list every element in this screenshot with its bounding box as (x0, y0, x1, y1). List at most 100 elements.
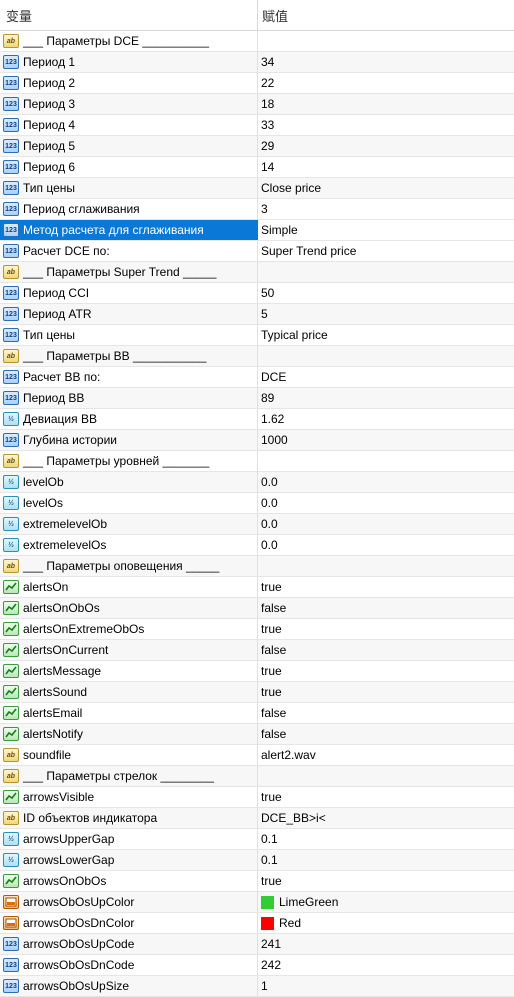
parameter-name-cell[interactable]: 123 arrowsObOsDnCode (0, 955, 258, 975)
parameter-value-cell[interactable]: 242 (258, 955, 514, 975)
parameter-value-cell[interactable] (258, 766, 514, 786)
parameter-name-cell[interactable]: alertsMessage (0, 661, 258, 681)
parameter-name-cell[interactable]: alertsEmail (0, 703, 258, 723)
parameter-value-cell[interactable]: false (258, 703, 514, 723)
parameter-value-cell[interactable]: false (258, 724, 514, 744)
parameter-value-cell[interactable]: 0.0 (258, 535, 514, 555)
parameter-row[interactable]: 123 arrowsObOsUpCode 241 (0, 934, 514, 955)
parameter-name-cell[interactable]: 123 Тип цены (0, 178, 258, 198)
parameter-name-cell[interactable]: ab ___ Параметры оповещения _____ (0, 556, 258, 576)
parameter-row[interactable]: ½ extremelevelOb 0.0 (0, 514, 514, 535)
parameter-row[interactable]: 123 Период 1 34 (0, 52, 514, 73)
parameter-name-cell[interactable]: alertsSound (0, 682, 258, 702)
parameter-value-cell[interactable]: Red (258, 913, 514, 933)
parameter-row[interactable]: alertsOnObOs false (0, 598, 514, 619)
parameter-row[interactable]: 123 Период BB 89 (0, 388, 514, 409)
parameter-row[interactable]: ab ___ Параметры уровней _______ (0, 451, 514, 472)
parameter-name-cell[interactable]: arrowsObOsDnColor (0, 913, 258, 933)
parameter-row[interactable]: alertsSound true (0, 682, 514, 703)
parameter-row[interactable]: 123 Период 6 14 (0, 157, 514, 178)
parameter-value-cell[interactable]: 1000 (258, 430, 514, 450)
parameter-row[interactable]: ab ___ Параметры BB ___________ (0, 346, 514, 367)
parameter-name-cell[interactable]: ab ___ Параметры стрелок ________ (0, 766, 258, 786)
parameter-row[interactable]: 123 Тип цены Close price (0, 178, 514, 199)
parameter-value-cell[interactable]: 5 (258, 304, 514, 324)
parameter-row[interactable]: ab ___ Параметры DCE __________ (0, 31, 514, 52)
parameter-name-cell[interactable]: 123 arrowsObOsUpCode (0, 934, 258, 954)
parameter-name-cell[interactable]: arrowsObOsUpColor (0, 892, 258, 912)
parameter-name-cell[interactable]: ½ arrowsUpperGap (0, 829, 258, 849)
parameter-name-cell[interactable]: ab ___ Параметры уровней _______ (0, 451, 258, 471)
parameter-name-cell[interactable]: 123 Метод расчета для сглаживания (0, 220, 258, 240)
parameter-name-cell[interactable]: ½ levelOb (0, 472, 258, 492)
parameter-row[interactable]: ½ Девиация BB 1.62 (0, 409, 514, 430)
parameter-row[interactable]: arrowsObOsUpColor LimeGreen (0, 892, 514, 913)
column-header-variable[interactable]: 变量 (0, 0, 258, 30)
parameter-value-cell[interactable]: 0.0 (258, 493, 514, 513)
parameter-row[interactable]: alertsNotify false (0, 724, 514, 745)
parameter-value-cell[interactable]: false (258, 640, 514, 660)
parameter-name-cell[interactable]: ab ID объектов индикатора (0, 808, 258, 828)
parameter-name-cell[interactable]: alertsOnObOs (0, 598, 258, 618)
parameter-row[interactable]: ½ arrowsUpperGap 0.1 (0, 829, 514, 850)
parameter-value-cell[interactable]: 0.0 (258, 472, 514, 492)
parameter-row[interactable]: 123 Период 2 22 (0, 73, 514, 94)
parameter-value-cell[interactable]: 3 (258, 199, 514, 219)
parameter-value-cell[interactable] (258, 31, 514, 51)
parameter-name-cell[interactable]: 123 Период 4 (0, 115, 258, 135)
parameter-row[interactable]: ab ___ Параметры Super Trend _____ (0, 262, 514, 283)
parameter-row[interactable]: arrowsObOsDnColor Red (0, 913, 514, 934)
parameter-value-cell[interactable]: alert2.wav (258, 745, 514, 765)
parameter-name-cell[interactable]: 123 Тип цены (0, 325, 258, 345)
parameter-row[interactable]: arrowsVisible true (0, 787, 514, 808)
parameter-row[interactable]: ab ID объектов индикатора DCE_BB>i< (0, 808, 514, 829)
parameter-value-cell[interactable]: 0.1 (258, 850, 514, 870)
parameter-row[interactable]: alertsEmail false (0, 703, 514, 724)
parameter-name-cell[interactable]: 123 Глубина истории (0, 430, 258, 450)
parameter-value-cell[interactable]: 22 (258, 73, 514, 93)
parameter-name-cell[interactable]: 123 Расчет DCE по: (0, 241, 258, 261)
parameter-name-cell[interactable]: ab ___ Параметры DCE __________ (0, 31, 258, 51)
parameter-row[interactable]: alertsMessage true (0, 661, 514, 682)
parameter-name-cell[interactable]: arrowsOnObOs (0, 871, 258, 891)
parameter-name-cell[interactable]: 123 Период 3 (0, 94, 258, 114)
parameter-value-cell[interactable]: 241 (258, 934, 514, 954)
parameter-value-cell[interactable]: 0.1 (258, 829, 514, 849)
parameter-row[interactable]: alertsOnCurrent false (0, 640, 514, 661)
parameter-value-cell[interactable]: Super Trend price (258, 241, 514, 261)
parameter-row[interactable]: alertsOnExtremeObOs true (0, 619, 514, 640)
parameter-value-cell[interactable]: 89 (258, 388, 514, 408)
parameter-row[interactable]: 123 arrowsObOsDnCode 242 (0, 955, 514, 976)
parameter-name-cell[interactable]: ½ arrowsLowerGap (0, 850, 258, 870)
parameter-name-cell[interactable]: ab ___ Параметры Super Trend _____ (0, 262, 258, 282)
column-header-value[interactable]: 赋值 (258, 0, 514, 30)
parameter-row[interactable]: 123 Глубина истории 1000 (0, 430, 514, 451)
parameter-value-cell[interactable]: false (258, 598, 514, 618)
parameter-value-cell[interactable]: Close price (258, 178, 514, 198)
parameter-value-cell[interactable]: Typical price (258, 325, 514, 345)
parameter-row[interactable]: ½ extremelevelOs 0.0 (0, 535, 514, 556)
parameter-name-cell[interactable]: alertsNotify (0, 724, 258, 744)
parameter-value-cell[interactable]: true (258, 619, 514, 639)
parameter-value-cell[interactable] (258, 556, 514, 576)
parameter-row[interactable]: ab soundfile alert2.wav (0, 745, 514, 766)
parameter-row[interactable]: 123 Период CCI 50 (0, 283, 514, 304)
parameter-name-cell[interactable]: ½ levelOs (0, 493, 258, 513)
parameter-row[interactable]: 123 Период 3 18 (0, 94, 514, 115)
parameter-value-cell[interactable]: 50 (258, 283, 514, 303)
parameter-name-cell[interactable]: ½ Девиация BB (0, 409, 258, 429)
parameter-row[interactable]: 123 arrowsObOsUpSize 1 (0, 976, 514, 997)
parameter-row[interactable]: ½ levelOs 0.0 (0, 493, 514, 514)
parameter-name-cell[interactable]: 123 Период 1 (0, 52, 258, 72)
parameter-name-cell[interactable]: alertsOnExtremeObOs (0, 619, 258, 639)
parameter-value-cell[interactable]: 33 (258, 115, 514, 135)
parameter-row[interactable]: ½ arrowsLowerGap 0.1 (0, 850, 514, 871)
parameter-value-cell[interactable]: true (258, 871, 514, 891)
parameter-name-cell[interactable]: 123 Период 5 (0, 136, 258, 156)
parameter-value-cell[interactable]: true (258, 577, 514, 597)
parameter-value-cell[interactable]: DCE (258, 367, 514, 387)
parameter-row[interactable]: 123 Период 5 29 (0, 136, 514, 157)
parameter-name-cell[interactable]: 123 Период сглаживания (0, 199, 258, 219)
parameter-value-cell[interactable] (258, 451, 514, 471)
parameter-value-cell[interactable]: 29 (258, 136, 514, 156)
